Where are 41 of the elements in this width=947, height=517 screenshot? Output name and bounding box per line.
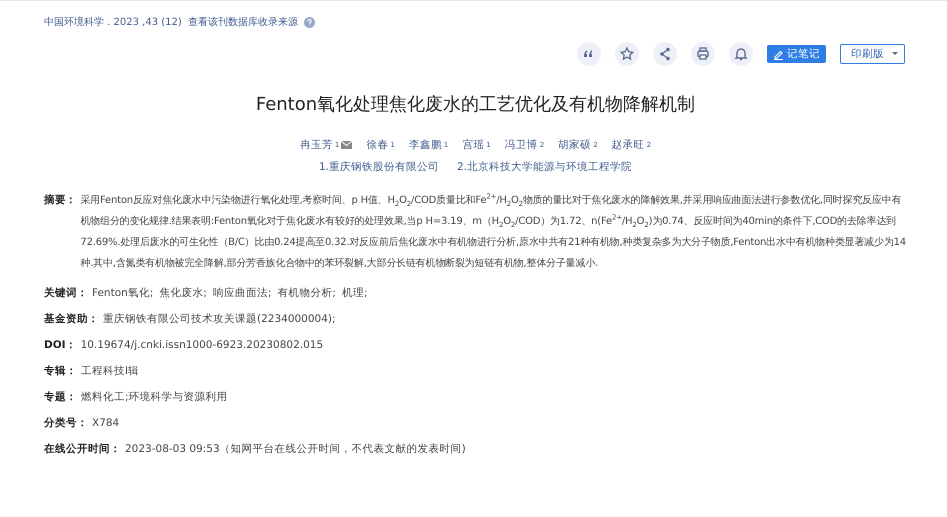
field-value: 10.19674/j.cnki.issn1000-6923.20230802.015 — [80, 339, 324, 351]
mail-icon[interactable] — [341, 141, 352, 149]
pencil-icon — [773, 48, 784, 60]
database-source-link[interactable]: 查看该刊数据库收录来源 — [188, 15, 298, 29]
print-version-dropdown[interactable]: 印刷版 — [840, 44, 905, 64]
affiliation-link[interactable]: 1.重庆钢铁股份有限公司 — [318, 160, 439, 174]
field-label: 基金资助： — [44, 312, 99, 326]
abstract-label: 摘要： — [44, 193, 76, 208]
keyword-link[interactable]: 响应曲面法; — [212, 286, 272, 300]
article-title: Fenton氧化处理焦化废水的工艺优化及有机物降解机制 — [254, 93, 696, 116]
author-link[interactable]: 冉玉芳 $^{1}$ — [300, 138, 352, 152]
author-link[interactable]: 徐春 $^{1}$ — [366, 138, 395, 152]
affiliation-link[interactable]: 2.北京科技大学能源与环境工程学院 — [457, 160, 632, 174]
author-link[interactable]: 宫瑶 $^{1}$ — [462, 138, 491, 152]
author-link[interactable]: 冯卫博 $^{2}$ — [504, 138, 544, 152]
field-label: DOI： — [44, 338, 77, 352]
author-link[interactable]: 赵承旺 $^{2}$ — [612, 138, 652, 152]
keyword-link[interactable]: 重庆钢铁有限公司技术攻关课题(2234000004); — [103, 312, 336, 326]
quote-icon[interactable] — [577, 42, 601, 66]
field-value: 2023-08-03 09:53（知网平台在线公开时间，不代表文献的发表时间) — [125, 442, 466, 456]
field-value: 燃料化工;环境科学与资源利用 — [81, 390, 228, 404]
field-label: 分类号： — [44, 416, 88, 430]
field-value: X784 — [92, 417, 120, 429]
journal-citation[interactable]: 中国环境科学 . 2023 ,43 (12) — [44, 15, 182, 29]
field-label: 专辑： — [44, 364, 77, 378]
field-label: 专题： — [44, 390, 77, 404]
caret-icon — [892, 52, 898, 56]
note-button[interactable]: 记笔记 — [767, 45, 826, 63]
keyword-link[interactable]: 有机物分析; — [277, 286, 336, 300]
field-label: 关键词： — [44, 286, 88, 300]
abstract-text: 采用Fenton反应对焦化废水中污染物进行氧化处理,考察时间、p H值、H$_{2}$O$_{2}$/COD质量比和Fe$^{2+}$/H$_{2}$O$_{2}$物质的量比对于焦化废水的降解效果,并采用响应曲面法进行参数优化,同时探究反应中有机物组分的变化规律.结果表明:Fenton氧化对于焦化废水有较好的处理效果,当p H=3.19、m（H$_{2}$O$_{2}$/COD）为1.72、n(Fe$^{2+}$/H$_{2}$O$_{2}$)为0.74、反应时间为40min的条件下,COD的去除率达到72.69%.处理后废水的可生化性（B/C）比由0.24提高至0.32.对反应前后焦化废水中有机物进行分析,原水中共有21种有机物,种类复杂多为大分子物质,Fenton出水中有机物种类显著减少为14种.其中,含氮类有机物被完全降解,部分芳香族化合物中的苯环裂解,大部分长链有机物断裂为短链有机物,整体分子量减小. — [80, 192, 907, 271]
share-icon[interactable] — [653, 42, 677, 66]
keyword-link[interactable]: 焦化废水; — [159, 286, 207, 300]
keyword-link[interactable]: Fenton氧化; — [92, 286, 154, 300]
keyword-link[interactable]: 机理; — [342, 286, 368, 300]
author-link[interactable]: 胡家硕 $^{2}$ — [558, 138, 598, 152]
field-label: 在线公开时间： — [44, 442, 121, 456]
field-value: 工程科技Ⅰ辑 — [81, 364, 140, 378]
printer-icon[interactable] — [691, 42, 715, 66]
bell-icon[interactable] — [729, 42, 753, 66]
author-link[interactable]: 李鑫鹏 $^{1}$ — [408, 138, 448, 152]
